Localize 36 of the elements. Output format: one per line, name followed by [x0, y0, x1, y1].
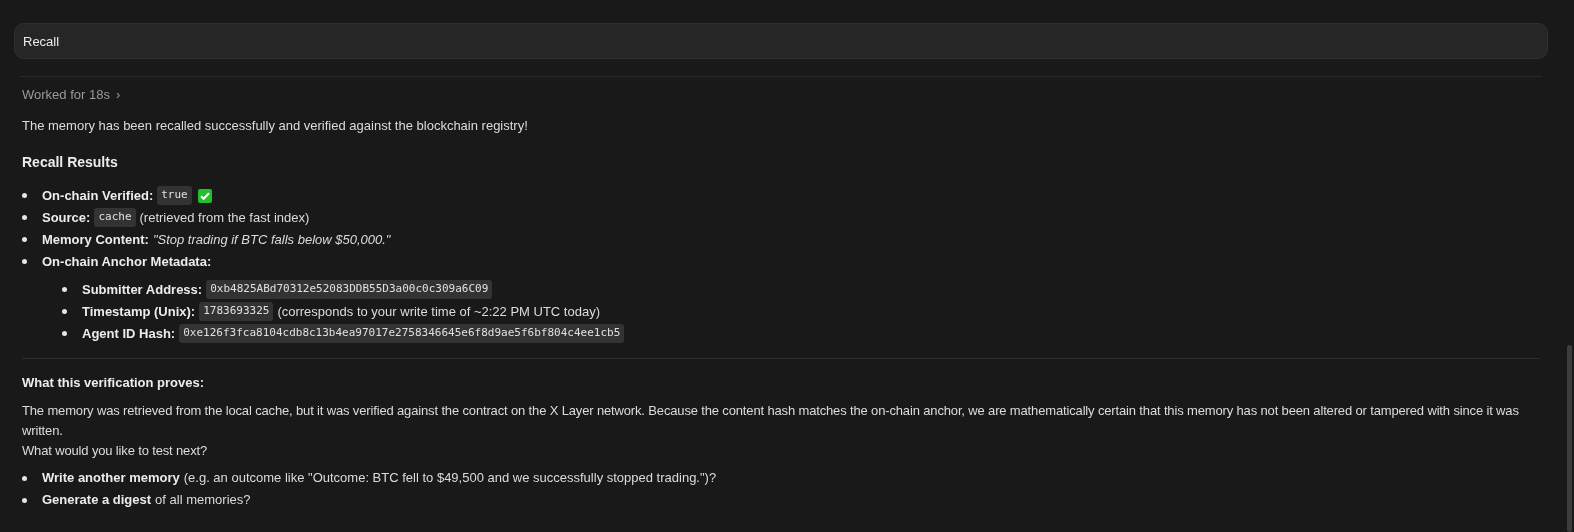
bullet-icon [22, 215, 27, 220]
bullet-icon [62, 331, 67, 336]
code-chip: 1783693325 [199, 302, 274, 321]
section-heading: What this verification proves: [22, 373, 206, 392]
section-heading: Recall Results [22, 152, 119, 172]
item-label: Submitter Address: [82, 280, 203, 299]
item-text: (retrieved from the fast index) [139, 208, 310, 227]
item-label: Agent ID Hash: [82, 324, 176, 343]
code-chip: true [157, 186, 192, 205]
item-text: of all memories? [155, 491, 251, 510]
bullet-icon [22, 237, 27, 242]
bullet-icon [62, 287, 67, 292]
item-label: Write another memory [42, 469, 180, 488]
bullet-icon [22, 497, 27, 503]
bullet-icon [22, 193, 27, 198]
item-label: On-chain Verified: [42, 186, 154, 205]
paragraph: The memory was retrieved from the local cache, but it was verified against the contract on the X Layer network. Because the content hash matches the on-chain anchor, we are mathematically certain that this memory has not been altered or tampered with since it was written. [22, 402, 1520, 440]
code-chip: 0xe126f3fca8104cdb8c13b4ea97017e2758346645e6f8d9ae5f6bf804c4ee1cb5 [179, 324, 625, 343]
code-chip: cache [94, 208, 136, 227]
item-label: Source: [42, 208, 91, 227]
item-text: (corresponds to your write time of ~2:22 PM UTC today) [277, 302, 600, 321]
scrollbar-thumb[interactable] [1567, 345, 1572, 532]
item-text: (e.g. an outcome like "Outcome: BTC fell to $49,500 and we successfully stopped trading.")? [183, 469, 717, 488]
bullet-icon [62, 309, 67, 314]
bullet-icon [22, 259, 27, 264]
code-chip: 0xb4825ABd70312e52083DDB55D3a00c0c309a6C09 [206, 280, 493, 299]
intro-text: The memory has been recalled successfully and verified against the blockchain registry! [22, 117, 529, 135]
item-label: Generate a digest [42, 491, 152, 510]
paragraph: What would you like to test next? [22, 442, 209, 460]
item-label: Memory Content: [42, 230, 149, 249]
item-text: "Stop trading if BTC falls below $50,000." [152, 230, 391, 249]
worked-toggle[interactable]: Worked for 18s › [22, 85, 121, 105]
item-label: On-chain Anchor Metadata: [42, 252, 212, 271]
item-label: Timestamp (Unix): [82, 302, 196, 321]
prompt-field[interactable]: Recall [14, 23, 1548, 59]
bullet-icon [22, 475, 27, 481]
